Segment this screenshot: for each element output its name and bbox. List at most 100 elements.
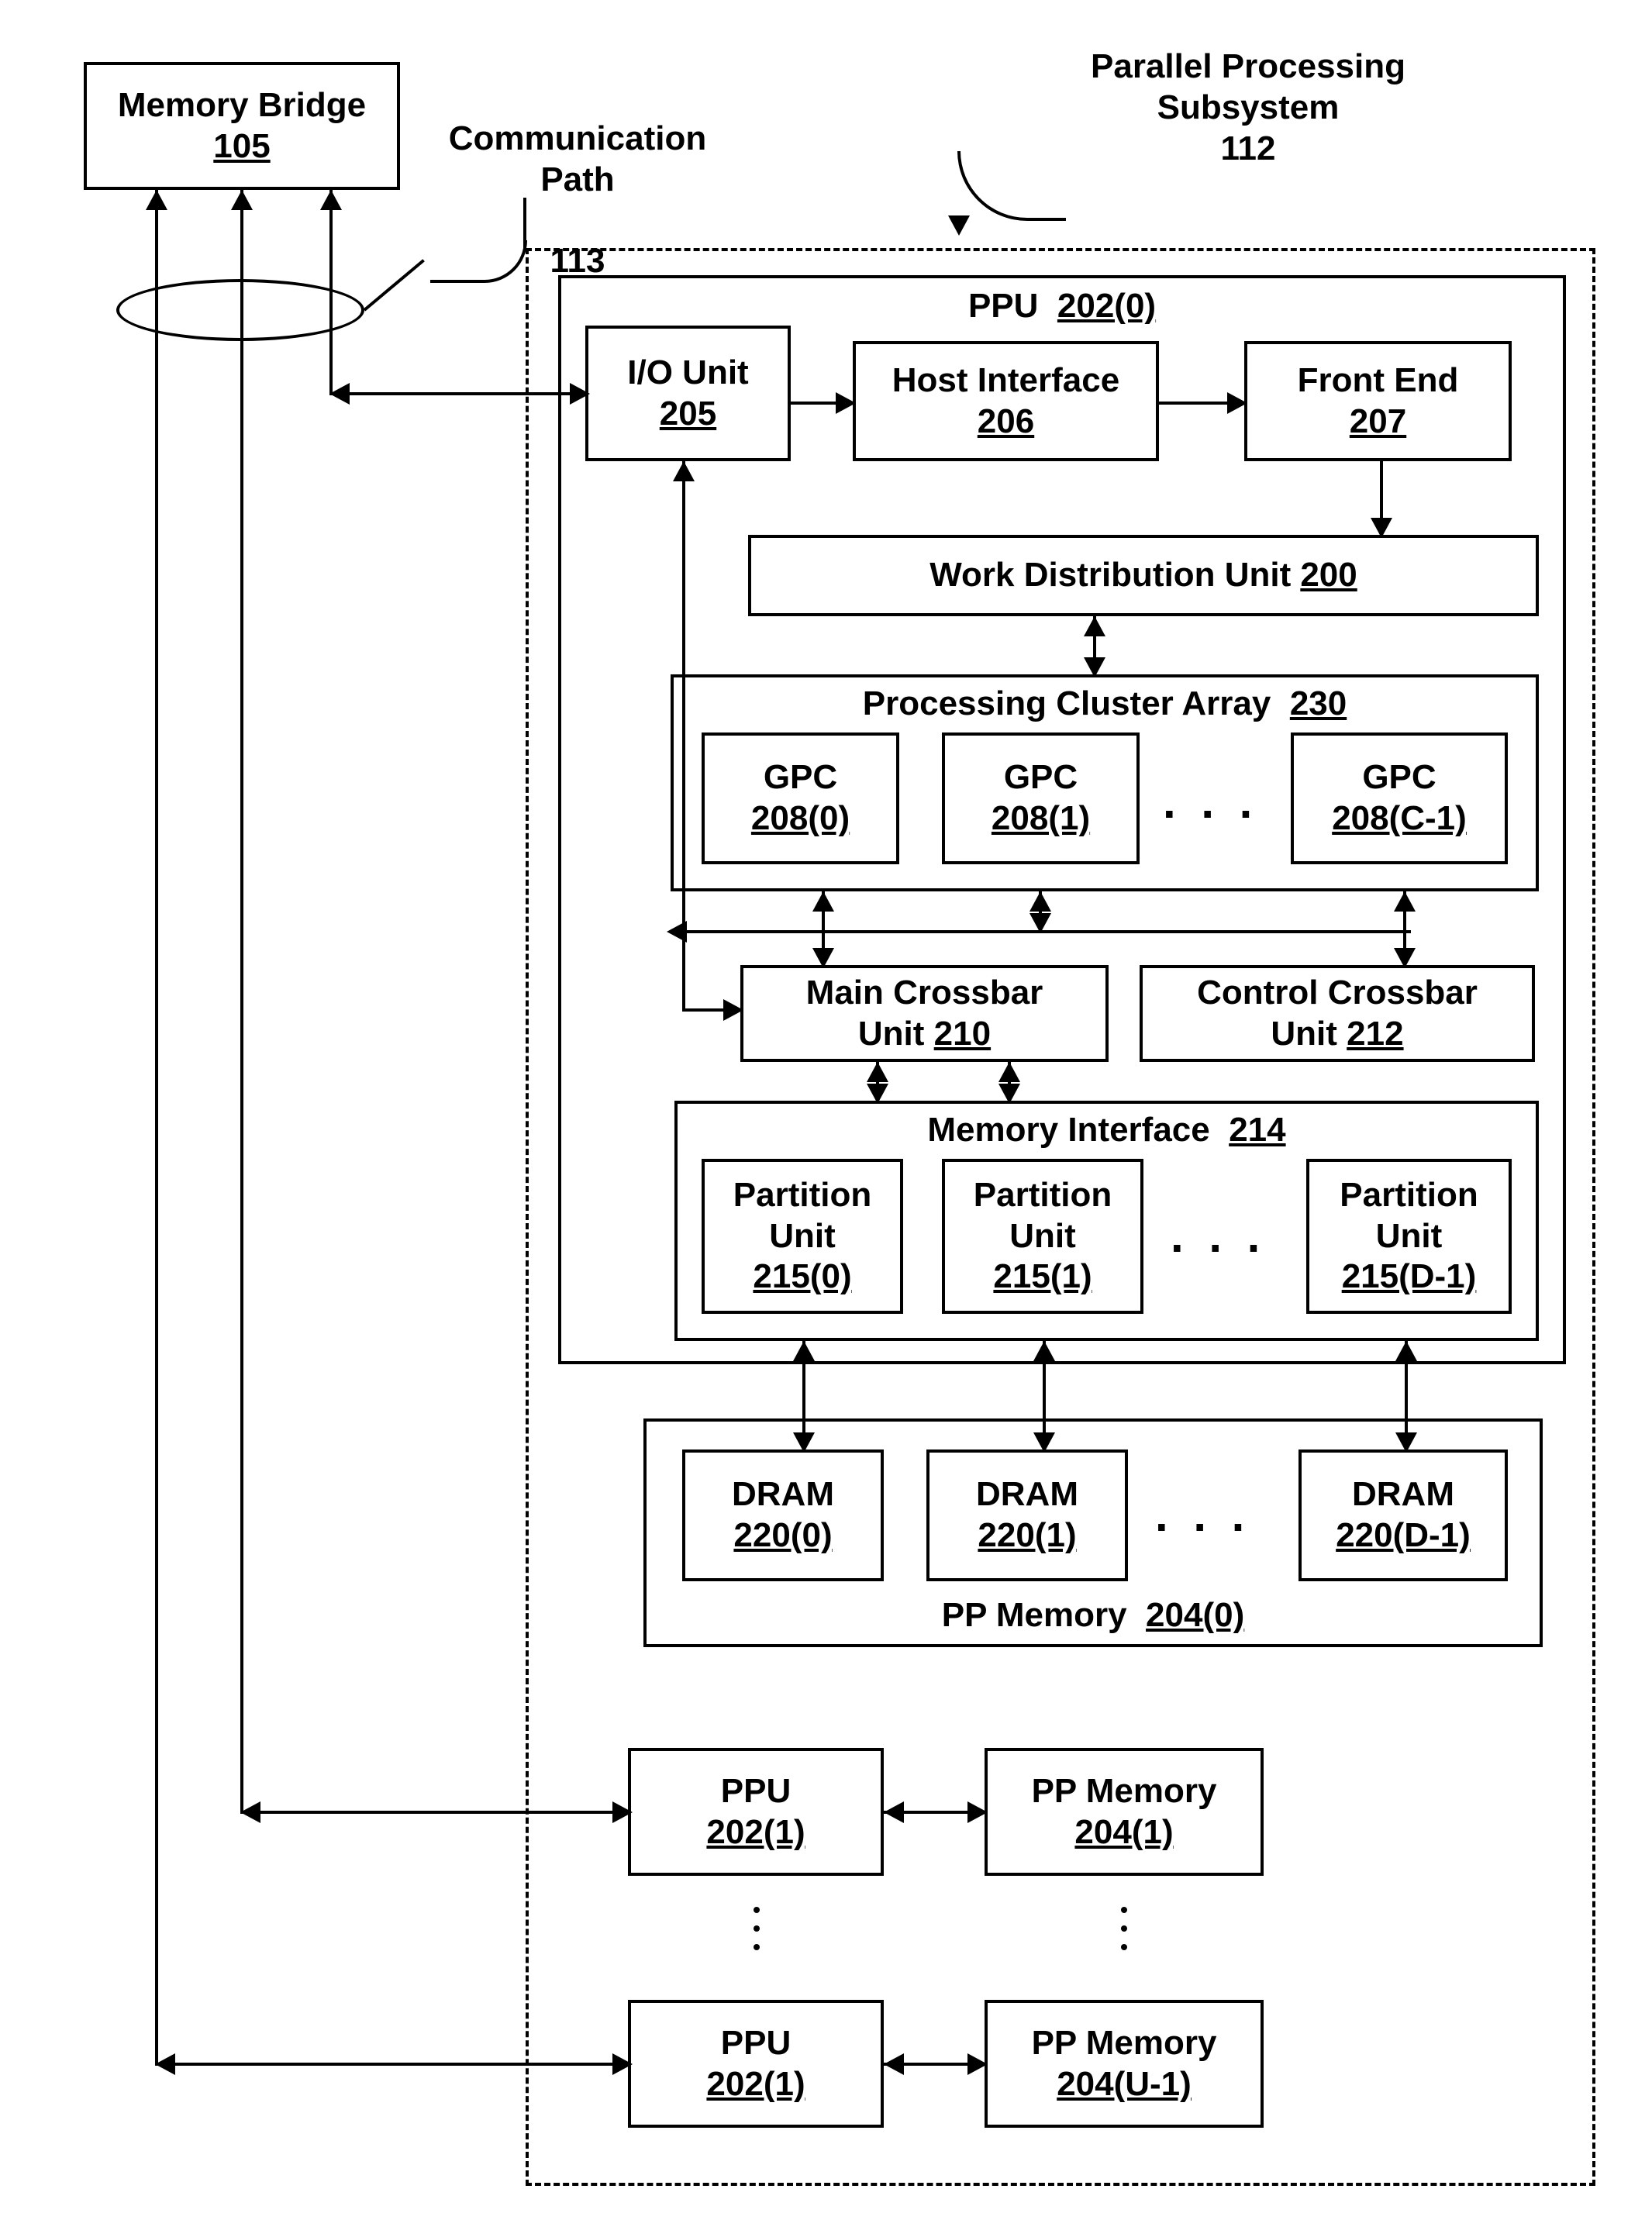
memory-bridge-title: Memory Bridge xyxy=(118,85,366,126)
gpc1-box: GPC 208(1) xyxy=(942,732,1140,864)
ppmemU-box: PP Memory 204(U-1) xyxy=(985,2000,1264,2128)
dram1-ref: 220(1) xyxy=(978,1515,1076,1556)
memory-bridge-box: Memory Bridge 105 xyxy=(84,62,400,190)
ppu-vdots xyxy=(754,1907,760,1950)
ctrl-xbar-title: Control Crossbar xyxy=(1197,974,1478,1012)
comm-path-pointer xyxy=(364,259,425,311)
pu1-ref: 215(1) xyxy=(993,1256,1092,1298)
ppmem1-ref: 204(1) xyxy=(1074,1812,1173,1853)
ppu1-pm1-al xyxy=(884,1801,904,1823)
mb-to-ppuU-h xyxy=(155,2063,628,2066)
work-dist-ref: 200 xyxy=(1300,555,1357,596)
dramN-ref: 220(D-1) xyxy=(1336,1515,1471,1556)
wd-pca-au xyxy=(1084,616,1105,636)
wd-pca-ad xyxy=(1084,657,1105,677)
gpc0-ref: 208(0) xyxy=(751,798,850,839)
pu-dram-v3-au xyxy=(1395,1341,1417,1361)
gpcN-title: GPC xyxy=(1362,757,1436,798)
mb-to-ppuU-al xyxy=(155,2053,175,2075)
ppmemU-title: PP Memory xyxy=(1032,2023,1217,2064)
pca-title: Processing Cluster Array xyxy=(863,684,1271,722)
dram-dots: . . . xyxy=(1155,1488,1250,1542)
ppuU-ref: 202(1) xyxy=(706,2064,805,2105)
main-xbar-ref: 210 xyxy=(934,1015,991,1053)
io-loop-ar xyxy=(723,999,743,1021)
xbar-mif-v2-au xyxy=(998,1062,1020,1082)
pu-dots: . . . xyxy=(1171,1209,1266,1263)
xbar-mif-v1-ad xyxy=(867,1084,888,1104)
ppmem0-title: PP Memory xyxy=(942,1596,1127,1634)
dram1-box: DRAM 220(1) xyxy=(926,1449,1128,1581)
pca-ref: 230 xyxy=(1290,684,1347,722)
ppmemU-ref: 204(U-1) xyxy=(1057,2064,1192,2105)
memory-bridge-ref: 105 xyxy=(213,126,270,167)
main-xbar-title: Main Crossbar xyxy=(806,974,1043,1012)
mb-to-ppu1-h xyxy=(240,1811,628,1814)
pu-dram-v2-au xyxy=(1033,1341,1055,1361)
ppu0-ref: 202(0) xyxy=(1057,287,1156,325)
main-xbar-box: Main Crossbar Unit 210 xyxy=(740,965,1109,1062)
pu0-ref: 215(0) xyxy=(753,1256,851,1298)
ppmem-vdots xyxy=(1121,1907,1127,1950)
pca-xbar-v3-ad xyxy=(1394,948,1416,968)
ppuU-pmU-al xyxy=(884,2053,904,2075)
gpc0-box: GPC 208(0) xyxy=(702,732,899,864)
ppu0-title: PPU xyxy=(968,287,1038,325)
mb-line-right-up xyxy=(320,190,342,210)
work-dist-title: Work Distribution Unit xyxy=(929,555,1291,596)
dram1-title: DRAM xyxy=(976,1474,1078,1515)
ppu1-ref: 202(1) xyxy=(706,1812,805,1853)
ctrl-xbar-box: Control Crossbar Unit 212 xyxy=(1140,965,1535,1062)
io-unit-box: I/O Unit 205 xyxy=(585,326,791,461)
pu-dram-v2-ad xyxy=(1033,1432,1055,1453)
mb-line-left-up xyxy=(146,190,167,210)
io-hostif-ar xyxy=(836,392,856,414)
ppmem0-ref: 204(0) xyxy=(1146,1596,1244,1634)
dram0-title: DRAM xyxy=(732,1474,834,1515)
gpc1-title: GPC xyxy=(1004,757,1078,798)
pu-dram-v1-au xyxy=(793,1341,815,1361)
ppu1-pm1-ar xyxy=(967,1801,988,1823)
mb-to-ppuU-ar xyxy=(612,2053,633,2075)
front-end-box: Front End 207 xyxy=(1244,341,1512,461)
pca-xbar-v1-au xyxy=(812,891,834,912)
ppmem1-title: PP Memory xyxy=(1032,1771,1217,1812)
ppu1-box: PPU 202(1) xyxy=(628,1748,884,1876)
pu0-title: Partition Unit xyxy=(733,1175,871,1257)
io-loop-au xyxy=(673,461,695,481)
hostif-fe-ar xyxy=(1227,392,1247,414)
comm-path-ellipse xyxy=(116,279,364,341)
pu1-box: Partition Unit 215(1) xyxy=(942,1159,1143,1314)
puN-title: Partition Unit xyxy=(1340,1175,1478,1257)
mem-if-ref: 214 xyxy=(1229,1111,1285,1149)
mb-line-mid-up xyxy=(231,190,253,210)
pca-xbar-v3-au xyxy=(1394,891,1416,912)
mb-line-mid xyxy=(240,190,243,1814)
pca-xbar-v1-ad xyxy=(812,948,834,968)
ppuU-title: PPU xyxy=(721,2023,791,2064)
pu-dram-v1-ad xyxy=(793,1432,815,1453)
pca-xbar-bus-al xyxy=(667,921,687,943)
gpcN-box: GPC 208(C-1) xyxy=(1291,732,1508,864)
mb-to-io-al xyxy=(329,383,350,405)
gpcN-ref: 208(C-1) xyxy=(1332,798,1467,839)
mb-to-io-h xyxy=(329,392,585,395)
host-if-title: Host Interface xyxy=(892,360,1119,402)
subsystem-pointer-curve xyxy=(957,151,1066,221)
mb-to-ppu1-ar xyxy=(612,1801,633,1823)
puN-box: Partition Unit 215(D-1) xyxy=(1306,1159,1512,1314)
io-unit-ref: 205 xyxy=(660,394,716,435)
dramN-title: DRAM xyxy=(1352,1474,1454,1515)
mem-if-title: Memory Interface xyxy=(927,1111,1209,1149)
ppuU-pmU-ar xyxy=(967,2053,988,2075)
pca-bus-stub-au xyxy=(1029,891,1051,912)
ctrl-xbar-unit: Unit xyxy=(1271,1015,1347,1053)
host-if-box: Host Interface 206 xyxy=(853,341,1159,461)
subsystem-label: Parallel Processing Subsystem 112 xyxy=(1054,47,1442,169)
ppuU-box: PPU 202(1) xyxy=(628,2000,884,2128)
mb-line-left xyxy=(155,190,158,2066)
main-xbar-unit: Unit xyxy=(858,1015,934,1053)
gpc0-title: GPC xyxy=(764,757,837,798)
puN-ref: 215(D-1) xyxy=(1342,1256,1477,1298)
mb-to-io-ar xyxy=(570,383,590,405)
